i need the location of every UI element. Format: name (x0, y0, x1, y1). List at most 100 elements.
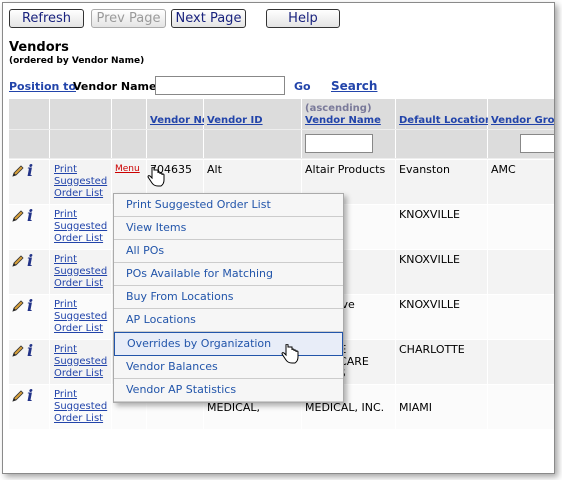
table-cell: CHARLOTTE (396, 340, 488, 384)
table-cell: Print Suggested Order List (50, 250, 112, 294)
sort-vendor-no-link[interactable]: Vendor No (150, 115, 209, 126)
position-to-link[interactable]: Position to (9, 80, 76, 93)
sort-vendor-id-link[interactable]: Vendor ID (207, 115, 263, 126)
filter-cell (112, 130, 147, 158)
print-link-line: Print (54, 209, 78, 220)
print-link-line: Suggested (54, 311, 108, 322)
group-value: AMC (491, 163, 516, 176)
print-link-line: Order List (54, 188, 104, 199)
table-cell: i (9, 250, 50, 294)
edit-pencil-icon[interactable] (12, 165, 24, 177)
vendor-name-filter-input[interactable] (305, 134, 373, 153)
table-cell: Print Suggested Order List (50, 295, 112, 339)
go-button[interactable]: Go (294, 80, 311, 93)
table-cell: i (9, 205, 50, 249)
edit-pencil-icon[interactable] (12, 300, 24, 312)
header-vendor-name: (ascending) Vendor Name (302, 99, 396, 129)
header-menu (112, 99, 147, 129)
help-button[interactable]: Help (266, 9, 340, 28)
print-suggested-order-list-link[interactable]: Print Suggested Order List (54, 164, 107, 200)
table-cell: i (9, 385, 50, 429)
print-suggested-order-list-link[interactable]: Print Suggested Order List (54, 209, 107, 245)
print-link-line: Order List (54, 413, 104, 424)
table-cell: AMC (488, 160, 554, 204)
info-icon[interactable]: i (27, 206, 33, 225)
location-value: CHARLOTTE (399, 343, 465, 356)
table-cell: MIAMI (396, 385, 488, 429)
filter-cell (9, 130, 50, 158)
table-cell: Print Suggested Order List (50, 160, 112, 204)
print-suggested-order-list-link[interactable]: Print Suggested Order List (54, 344, 107, 380)
page-title: Vendors (9, 40, 69, 55)
info-icon[interactable]: i (27, 296, 33, 315)
table-cell: KNOXVILLE (396, 250, 488, 294)
location-value: KNOXVILLE (399, 208, 460, 221)
menu-item-ap-locations[interactable]: AP Locations (114, 309, 343, 332)
edit-pencil-icon[interactable] (12, 210, 24, 222)
menu-item-overrides-by-organization[interactable]: Overrides by Organization (114, 332, 343, 356)
filter-cell (204, 130, 302, 158)
print-link-line: Suggested (54, 401, 108, 412)
sort-vendor-name-link[interactable]: Vendor Name (305, 115, 381, 126)
vendor-group-filter-input[interactable] (520, 134, 554, 153)
app-window: Refresh Prev Page Next Page Help Vendors… (2, 2, 555, 474)
row-menu-link[interactable]: Menu (115, 164, 140, 174)
info-icon[interactable]: i (27, 251, 33, 270)
menu-item-print-suggested-order-list[interactable]: Print Suggested Order List (114, 194, 343, 217)
print-suggested-order-list-link[interactable]: Print Suggested Order List (54, 254, 107, 290)
filter-cell (488, 130, 554, 158)
page-subtitle: (ordered by Vendor Name) (9, 56, 145, 66)
edit-pencil-icon[interactable] (12, 345, 24, 357)
table-cell: i (9, 160, 50, 204)
print-link-line: Order List (54, 323, 104, 334)
info-icon[interactable]: i (27, 341, 33, 360)
print-link-line: Print (54, 254, 78, 265)
edit-pencil-icon[interactable] (12, 255, 24, 267)
menu-item-view-items[interactable]: View Items (114, 217, 343, 240)
info-icon[interactable]: i (27, 386, 33, 405)
print-link-line: Order List (54, 368, 104, 379)
vendor-name-value: Altair Products (305, 163, 386, 176)
position-input[interactable] (155, 76, 285, 95)
menu-item-all-pos[interactable]: All POs (114, 240, 343, 263)
print-suggested-order-list-link[interactable]: Print Suggested Order List (54, 389, 107, 425)
filter-cell (302, 130, 396, 158)
header-actions (9, 99, 50, 129)
refresh-button[interactable]: Refresh (9, 9, 84, 28)
table-cell (488, 250, 554, 294)
menu-item-pos-available-for-matching[interactable]: POs Available for Matching (114, 263, 343, 286)
table-cell: KNOXVILLE (396, 295, 488, 339)
menu-item-buy-from-locations[interactable]: Buy From Locations (114, 286, 343, 309)
header-vendor-id: Vendor ID (204, 99, 302, 129)
table-cell: Print Suggested Order List (50, 205, 112, 249)
menu-item-vendor-ap-statistics[interactable]: Vendor AP Statistics (114, 379, 343, 402)
table-cell (488, 205, 554, 249)
table-cell: i (9, 340, 50, 384)
filter-cell (50, 130, 112, 158)
vendor-id-value: MEDICAL, (207, 401, 260, 414)
search-link[interactable]: Search (331, 79, 377, 93)
sort-default-location-link[interactable]: Default Location (399, 115, 492, 126)
location-value: KNOXVILLE (399, 253, 460, 266)
info-icon[interactable]: i (27, 161, 33, 180)
table-cell (488, 295, 554, 339)
menu-item-vendor-balances[interactable]: Vendor Balances (114, 356, 343, 379)
print-link-line: Suggested (54, 221, 108, 232)
edit-pencil-icon[interactable] (12, 390, 24, 402)
table-cell: KNOXVILLE (396, 205, 488, 249)
print-suggested-order-list-link[interactable]: Print Suggested Order List (54, 299, 107, 335)
vendor-name-value: MEDICAL, INC. (305, 401, 385, 414)
print-link-line: Suggested (54, 266, 108, 277)
sort-vendor-group-link[interactable]: Vendor Grou (491, 115, 554, 126)
prev-page-button[interactable]: Prev Page (91, 9, 166, 28)
print-link-line: Print (54, 344, 78, 355)
table-cell: Evanston (396, 160, 488, 204)
filter-cell (147, 130, 204, 158)
sort-direction-label: (ascending) (305, 103, 372, 114)
location-value: MIAMI (399, 401, 432, 414)
hand-cursor-icon (281, 344, 299, 364)
next-page-button[interactable]: Next Page (171, 9, 246, 28)
location-value: KNOXVILLE (399, 298, 460, 311)
print-link-line: Order List (54, 278, 104, 289)
table-cell (488, 340, 554, 384)
